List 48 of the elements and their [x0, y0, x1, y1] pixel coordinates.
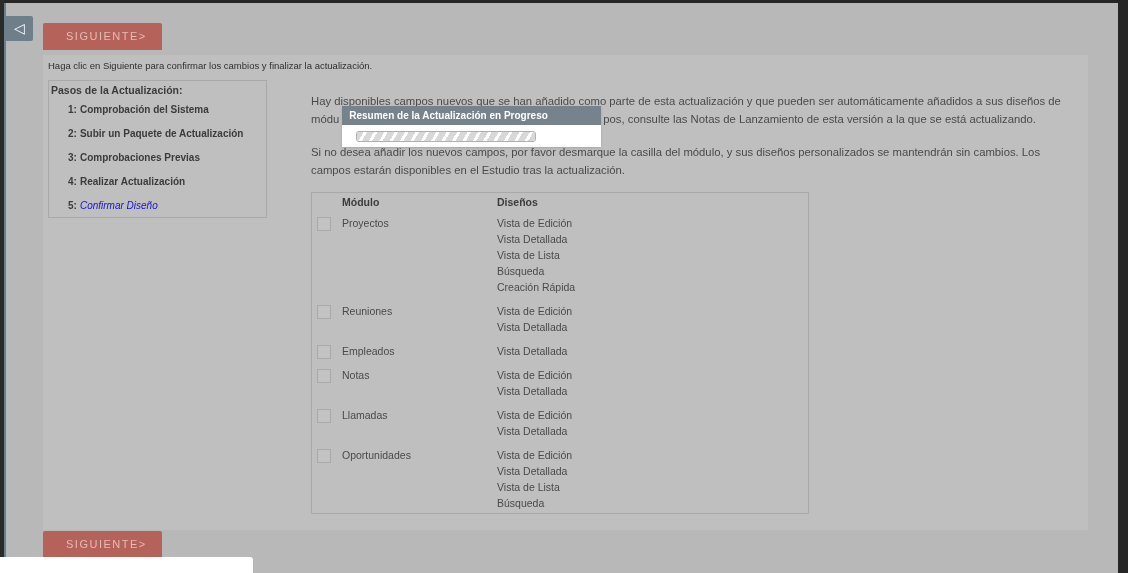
step-link[interactable]: Subir un Paquete de Actualización [79, 127, 244, 141]
layout-name: Vista de Edición [497, 447, 573, 463]
step-number: 5: [68, 199, 77, 213]
module-name: Empleados [342, 343, 396, 359]
note-text: Si no desea añadir los nuevos campos, por favor desmarque la casilla del módulo, y sus diseños personalizados se mantendrán sin cambios. Los campos estarán disponibles en el Estudio tras la actualización. [311, 145, 1042, 178]
module-name: Oportunidades [342, 447, 412, 463]
layout-name: Vista Detallada [497, 423, 569, 439]
intro-text: pos, consulte las Notas de Lanzamiento de esta versión a la que se está actualizando. [603, 112, 1036, 127]
dialog-title: Resumen de la Actualización en Progreso [342, 106, 602, 125]
step-number: 3: [68, 151, 77, 165]
layout-name: Vista de Lista [497, 479, 561, 495]
module-checkbox[interactable] [317, 344, 331, 359]
module-name: Reuniones [342, 303, 394, 319]
module-checkbox[interactable] [317, 216, 331, 231]
module-checkbox[interactable] [317, 304, 331, 319]
layout-name: Vista Detallada [497, 319, 569, 335]
module-name: Proyectos [342, 215, 390, 231]
intro-text: Hay disponibles campos nuevos que se han añadido como parte de esta actualización y que pueden ser automáticamente añadidos a sus diseños de [311, 94, 1062, 109]
column-header: Diseños [497, 195, 538, 210]
layout-name: Vista de Edición [497, 367, 573, 383]
layout-name: Creación Rápida [497, 279, 576, 295]
column-header: Módulo [342, 195, 381, 210]
layout-name: Vista Detallada [497, 383, 569, 399]
step-link[interactable]: Realizar Actualización [79, 175, 186, 189]
layout-name: Vista de Edición [497, 215, 574, 231]
layout-name: Vista de Lista [497, 247, 561, 263]
module-checkbox[interactable] [317, 448, 331, 463]
step-number: 4: [68, 175, 77, 189]
step-link[interactable]: Confirmar Diseño [79, 199, 158, 213]
step-link[interactable]: Comprobación del Sistema [79, 103, 209, 117]
sidebar-toggle[interactable]: ◁ [5, 16, 33, 41]
step-number: 2: [68, 127, 77, 141]
module-checkbox[interactable] [317, 408, 331, 423]
instruction-text: Haga clic en Siguiente para confirmar los cambios y finalizar la actualización. [48, 60, 374, 72]
step-number: 1: [68, 103, 77, 117]
step-link[interactable]: Comprobaciones Previas [79, 151, 200, 165]
layout-name: Vista Detallada [497, 343, 568, 359]
layout-name: Vista Detallada [497, 231, 569, 247]
module-checkbox[interactable] [317, 368, 331, 383]
layout-name: Búsqueda [497, 495, 546, 511]
layout-name: Búsqueda [497, 263, 546, 279]
layout-name: Vista de Edición [497, 407, 573, 423]
module-name: Notas [342, 367, 371, 383]
intro-text: módu [311, 112, 340, 127]
steps-title: Pasos de la Actualización: [51, 83, 184, 97]
layout-name: Vista de Edición [497, 303, 573, 319]
module-name: Llamadas [342, 407, 389, 423]
layout-name: Vista Detallada [497, 463, 569, 479]
